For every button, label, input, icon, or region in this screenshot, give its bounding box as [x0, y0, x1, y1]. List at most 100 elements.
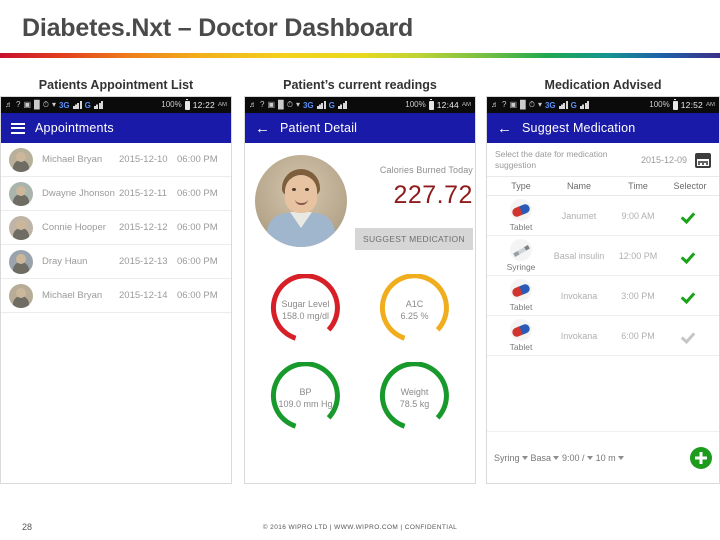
avatar — [9, 215, 33, 240]
gauge-sugar-text: Sugar Level 158.0 mg/dl — [281, 298, 329, 322]
pill-icon — [510, 279, 532, 301]
date-selection-value[interactable]: 2015-12-09 — [641, 155, 687, 165]
medication-name: Invokana — [560, 290, 598, 301]
gauge-a1c: A1C 6.25 % — [360, 268, 469, 352]
type-dropdown-value: Syring — [494, 452, 520, 463]
medication-selector[interactable] — [667, 207, 713, 225]
medication-time: 9:00 AM — [621, 210, 655, 221]
battery-percent-label: 100% — [649, 100, 670, 109]
list-item[interactable]: Dray Haun 2015-12-13 06:00 PM — [1, 245, 231, 279]
date-selection-row: Select the date for medication suggestio… — [487, 143, 719, 177]
medication-type-label: Tablet — [509, 222, 533, 232]
back-arrow-icon[interactable]: ← — [497, 121, 512, 136]
silent-icon: ♬ — [491, 100, 499, 109]
photo-eye-left — [292, 188, 296, 191]
column-caption-appointments: Patients Appointment List — [38, 78, 194, 92]
gauge-label: A1C — [405, 299, 424, 309]
battery-icon — [672, 98, 678, 110]
appointment-date: 2015-12-14 — [119, 290, 168, 301]
chevron-down-icon — [521, 455, 528, 460]
appointment-time: 06:00 PM — [177, 188, 218, 199]
medication-time: 12:00 PM — [618, 250, 658, 261]
silent-icon: ♬ — [5, 100, 13, 109]
medication-type-label: Tablet — [509, 342, 533, 352]
suggest-medication-button[interactable]: SUGGEST MEDICATION — [355, 228, 473, 250]
column-header-time: Time — [628, 181, 648, 191]
check-icon[interactable] — [683, 210, 697, 220]
list-item[interactable]: Connie Hooper 2015-12-12 06:00 PM — [1, 211, 231, 245]
pill-icon — [510, 319, 532, 341]
phone-panel-appointments: ♬ ? ▣ █ ⏱ ▾ 3G G 100% 12:22 AM Appointme… — [0, 96, 232, 484]
status-clock-2: 12:44 — [436, 100, 459, 110]
network-g-label: G — [570, 100, 577, 110]
appbar-title-appointments: Appointments — [35, 121, 114, 135]
medication-selector[interactable] — [667, 327, 713, 345]
table-row[interactable]: Syringe Basal insulin 12:00 PM — [487, 236, 719, 276]
dose-dropdown[interactable]: 10 m — [596, 453, 624, 463]
appointment-date: 2015-12-11 — [119, 188, 167, 199]
medication-type-cell: Tablet — [493, 319, 549, 352]
status-bar: ♬ ? ▣ █ ⏱ ▾ 3G G 100% 12:22 AM — [1, 97, 231, 113]
list-item[interactable]: Dwayne Jhonson 2015-12-11 06:00 PM — [1, 177, 231, 211]
medication-name: Basal insulin — [553, 250, 605, 261]
gauge-bp: BP 109.0 mm Hg — [251, 356, 360, 440]
type-wrap: Tablet — [493, 199, 549, 232]
medication-time: 6:00 PM — [621, 330, 655, 341]
rainbow-divider — [0, 53, 720, 58]
appbar-appointments: Appointments — [1, 113, 231, 143]
medication-selector[interactable] — [667, 247, 713, 265]
column-caption-medication: Medication Advised — [544, 78, 662, 92]
appointment-name: Michael Bryan — [42, 154, 103, 165]
status-bar: ♬ ? ▣ █ ⏱ ▾ 3G G 100% 12:44 AM — [245, 97, 475, 113]
time-dropdown-value: 9:00 / — [562, 452, 585, 463]
network-3g-label: 3G — [58, 100, 70, 110]
gauge-value: 78.5 kg — [399, 399, 430, 409]
medication-type-cell: Tablet — [493, 279, 549, 312]
check-icon[interactable] — [683, 290, 697, 300]
list-item[interactable]: Michael Bryan 2015-12-10 06:00 PM — [1, 143, 231, 177]
gauge-label: Weight — [400, 387, 429, 397]
avatar — [9, 283, 33, 308]
name-dropdown[interactable]: Basa — [531, 453, 560, 463]
table-row[interactable]: Tablet Janumet 9:00 AM — [487, 196, 719, 236]
chevron-down-icon — [617, 455, 624, 460]
calendar-icon[interactable] — [695, 152, 711, 168]
time-dropdown[interactable]: 9:00 / — [562, 453, 593, 463]
appbar-suggest-medication: ← Suggest Medication — [487, 113, 719, 143]
calories-block: Calories Burned Today 227.72 SUGGEST MED… — [347, 155, 473, 250]
table-row[interactable]: Tablet Invokana 3:00 PM — [487, 276, 719, 316]
readings-gauges: Sugar Level 158.0 mg/dl A1C 6.25 % BP 10… — [245, 254, 475, 448]
type-wrap: Syringe — [493, 239, 549, 272]
medication-selector[interactable] — [667, 287, 713, 305]
signal-bars-icon — [72, 101, 82, 109]
type-dropdown[interactable]: Syring — [494, 453, 528, 463]
check-icon[interactable] — [683, 330, 697, 340]
add-medication-button[interactable] — [690, 446, 712, 469]
hamburger-menu-icon[interactable] — [11, 122, 25, 134]
alarm-icon: ⏱ — [528, 100, 535, 109]
check-icon[interactable] — [683, 250, 697, 260]
medication-type-label: Tablet — [509, 302, 533, 312]
sim-icon: ▣ — [267, 100, 276, 109]
appointments-list: Michael Bryan 2015-12-10 06:00 PM Dwayne… — [1, 143, 231, 313]
appointment-time: 06:00 PM — [177, 154, 218, 165]
avatar — [9, 181, 33, 206]
network-3g-label: 3G — [302, 100, 314, 110]
wifi-icon: ▾ — [537, 100, 542, 109]
sdcard-icon: █ — [278, 100, 284, 109]
footer-confidential-note: © 2016 WIPRO LTD | WWW.WIPRO.COM | CONFI… — [262, 524, 458, 531]
help-icon: ? — [502, 100, 507, 109]
phone-panel-patient-detail: ♬ ? ▣ █ ⏱ ▾ 3G G 100% 12:44 AM ← Patient… — [244, 96, 476, 484]
back-arrow-icon[interactable]: ← — [255, 121, 270, 136]
list-item[interactable]: Michael Bryan 2015-12-14 06:00 PM — [1, 279, 231, 313]
appointment-name: Dray Haun — [42, 256, 88, 267]
type-wrap: Tablet — [493, 319, 549, 352]
table-row[interactable]: Tablet Invokana 6:00 PM — [487, 316, 719, 356]
type-wrap: Tablet — [493, 279, 549, 312]
gauge-a1c-text: A1C 6.25 % — [400, 298, 428, 322]
silent-icon: ♬ — [249, 100, 257, 109]
column-header-name: Name — [566, 181, 591, 191]
appbar-title-suggest-medication: Suggest Medication — [522, 121, 636, 135]
avatar — [9, 249, 33, 274]
battery-icon — [428, 98, 434, 110]
